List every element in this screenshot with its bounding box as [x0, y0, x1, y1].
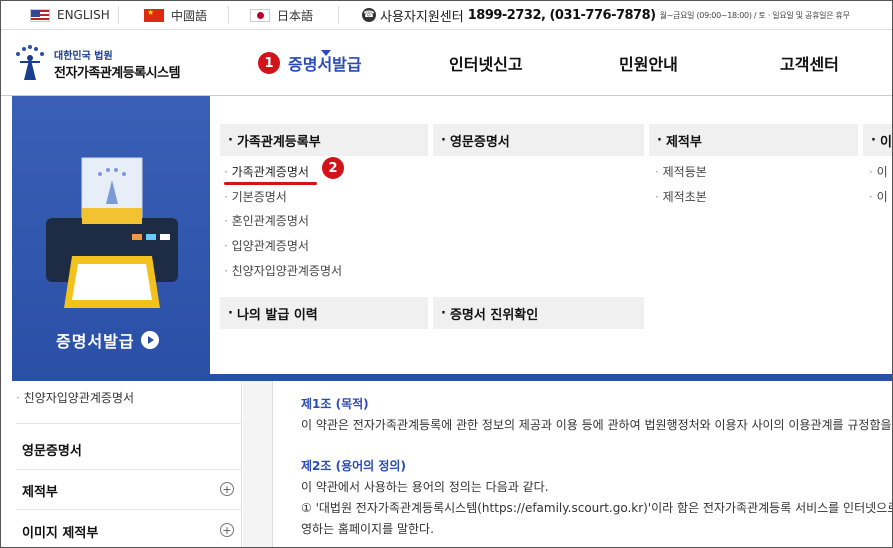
nav-internet-report[interactable]: 인터넷신고 — [449, 30, 523, 96]
menu-item-removed-full[interactable]: 제적등본 — [655, 163, 707, 180]
expand-plus-icon[interactable]: + — [220, 482, 234, 496]
promo-panel[interactable]: 증명서발급 — [12, 96, 210, 381]
nav-label: 민원안내 — [619, 55, 678, 74]
menu-item-full-adoption-cert[interactable]: 친양자입양관계증명서 — [224, 262, 342, 279]
language-chinese[interactable]: 中國語 — [144, 0, 207, 30]
china-flag-icon — [144, 8, 164, 22]
court-logo-icon — [12, 44, 48, 84]
menu-head-my-history[interactable]: 나의 발급 이력 — [220, 297, 428, 329]
language-label: 日本語 — [277, 8, 314, 23]
nav-label: 인터넷신고 — [449, 55, 523, 74]
divider — [118, 6, 119, 24]
nav-customer-center[interactable]: 고객센터 — [780, 30, 839, 96]
support-center: ☎ 사용자지원센터 1899-2732, (031-776-7878) 월~금요… — [362, 0, 850, 30]
sidebar-item-image-register[interactable]: 이미지 제적부 — [22, 522, 98, 541]
menu-item-basic-cert[interactable]: 기본증명서 — [224, 188, 287, 205]
menu-head-removed-register[interactable]: 제적부 — [649, 124, 858, 156]
divider — [16, 469, 242, 470]
site-header: 대한민국 법원 전자가족관계등록시스템 1 증명서발급 인터넷신고 민원안내 고… — [0, 30, 893, 96]
site-logo[interactable]: 대한민국 법원 전자가족관계등록시스템 — [12, 44, 181, 84]
menu-item-family-relation-cert[interactable]: 가족관계증명서 — [224, 163, 309, 180]
nav-civil-guide[interactable]: 민원안내 — [619, 30, 678, 96]
support-hours: 월~금요일 (09:00~18:00) / 토 · 일요일 및 공휴일은 휴무 — [659, 10, 850, 20]
language-label: ENGLISH — [57, 8, 110, 22]
article-2-item-1-cont: 영하는 홈페이지를 말한다. — [301, 522, 434, 536]
divider — [16, 423, 242, 424]
language-english[interactable]: ENGLISH — [30, 0, 110, 30]
japan-flag-icon — [250, 8, 270, 22]
sidebar-item-english-cert[interactable]: 영문증명서 — [22, 440, 82, 459]
step-badge-2: 2 — [322, 157, 344, 179]
menu-item-removed-extract[interactable]: 제적초본 — [655, 188, 707, 205]
nav-label: 고객센터 — [780, 55, 839, 74]
menu-head-family-register[interactable]: 가족관계등록부 — [220, 124, 428, 156]
menu-item-image-2[interactable]: 이 — [869, 188, 888, 205]
us-flag-icon — [30, 8, 50, 22]
divider — [228, 6, 229, 24]
sidebar-subitem-adoption[interactable]: 친양자입양관계증명서 — [16, 389, 134, 406]
support-label: 사용자지원센터 — [380, 9, 464, 25]
menu-item-image-1[interactable]: 이 — [869, 163, 888, 180]
step-badge-1: 1 — [258, 52, 280, 74]
article-1-text: 이 약관은 전자가족관계등록에 관한 정보의 제공과 이용 등에 관하여 법원행… — [301, 418, 893, 432]
promo-text: 증명서발급 — [56, 332, 135, 351]
menu-item-marriage-cert[interactable]: 혼인관계증명서 — [224, 212, 309, 229]
article-1-title: 제1조 (목적) — [301, 397, 369, 411]
divider — [16, 509, 242, 510]
logo-title: 전자가족관계등록시스템 — [54, 66, 181, 81]
expand-plus-icon[interactable]: + — [220, 523, 234, 537]
nav-label: 증명서발급 — [288, 55, 362, 74]
left-sidebar: 친양자입양관계증명서 영문증명서 제적부 + 이미지 제적부 + — [12, 381, 242, 548]
menu-item-adoption-cert[interactable]: 입양관계증명서 — [224, 237, 309, 254]
article-2-item-1: ① '대법원 전자가족관계등록시스템(https://efamily.scour… — [301, 501, 893, 515]
sidebar-item-removed-register[interactable]: 제적부 — [22, 481, 58, 500]
nav-certificate[interactable]: 1 증명서발급 — [258, 30, 362, 96]
menu-head-authenticity-check[interactable]: 증명서 진위확인 — [433, 297, 644, 329]
promo-label[interactable]: 증명서발급 — [56, 328, 159, 352]
printer-illustration-icon — [46, 157, 178, 308]
language-japanese[interactable]: 日本語 — [250, 0, 313, 30]
highlight-underline — [224, 182, 317, 185]
top-utility-bar: ENGLISH 中國語 日本語 ☎ 사용자지원센터 1899-2732, (03… — [0, 0, 893, 30]
divider — [338, 6, 339, 24]
article-2-text: 이 약관에서 사용하는 용어의 정의는 다음과 같다. — [301, 480, 549, 494]
article-2-title: 제2조 (용어의 정의) — [301, 459, 406, 473]
play-icon — [140, 331, 159, 349]
logo-subtitle: 대한민국 법원 — [54, 51, 113, 62]
phone-icon: ☎ — [362, 8, 376, 22]
language-label: 中國語 — [171, 8, 208, 23]
menu-head-image-register[interactable]: 이 — [863, 124, 893, 156]
menu-head-english-cert[interactable]: 영문증명서 — [433, 124, 644, 156]
terms-content: 제1조 (목적) 이 약관은 전자가족관계등록에 관한 정보의 제공과 이용 등… — [272, 381, 893, 548]
support-numbers: 1899-2732, (031-776-7878) — [467, 7, 656, 23]
